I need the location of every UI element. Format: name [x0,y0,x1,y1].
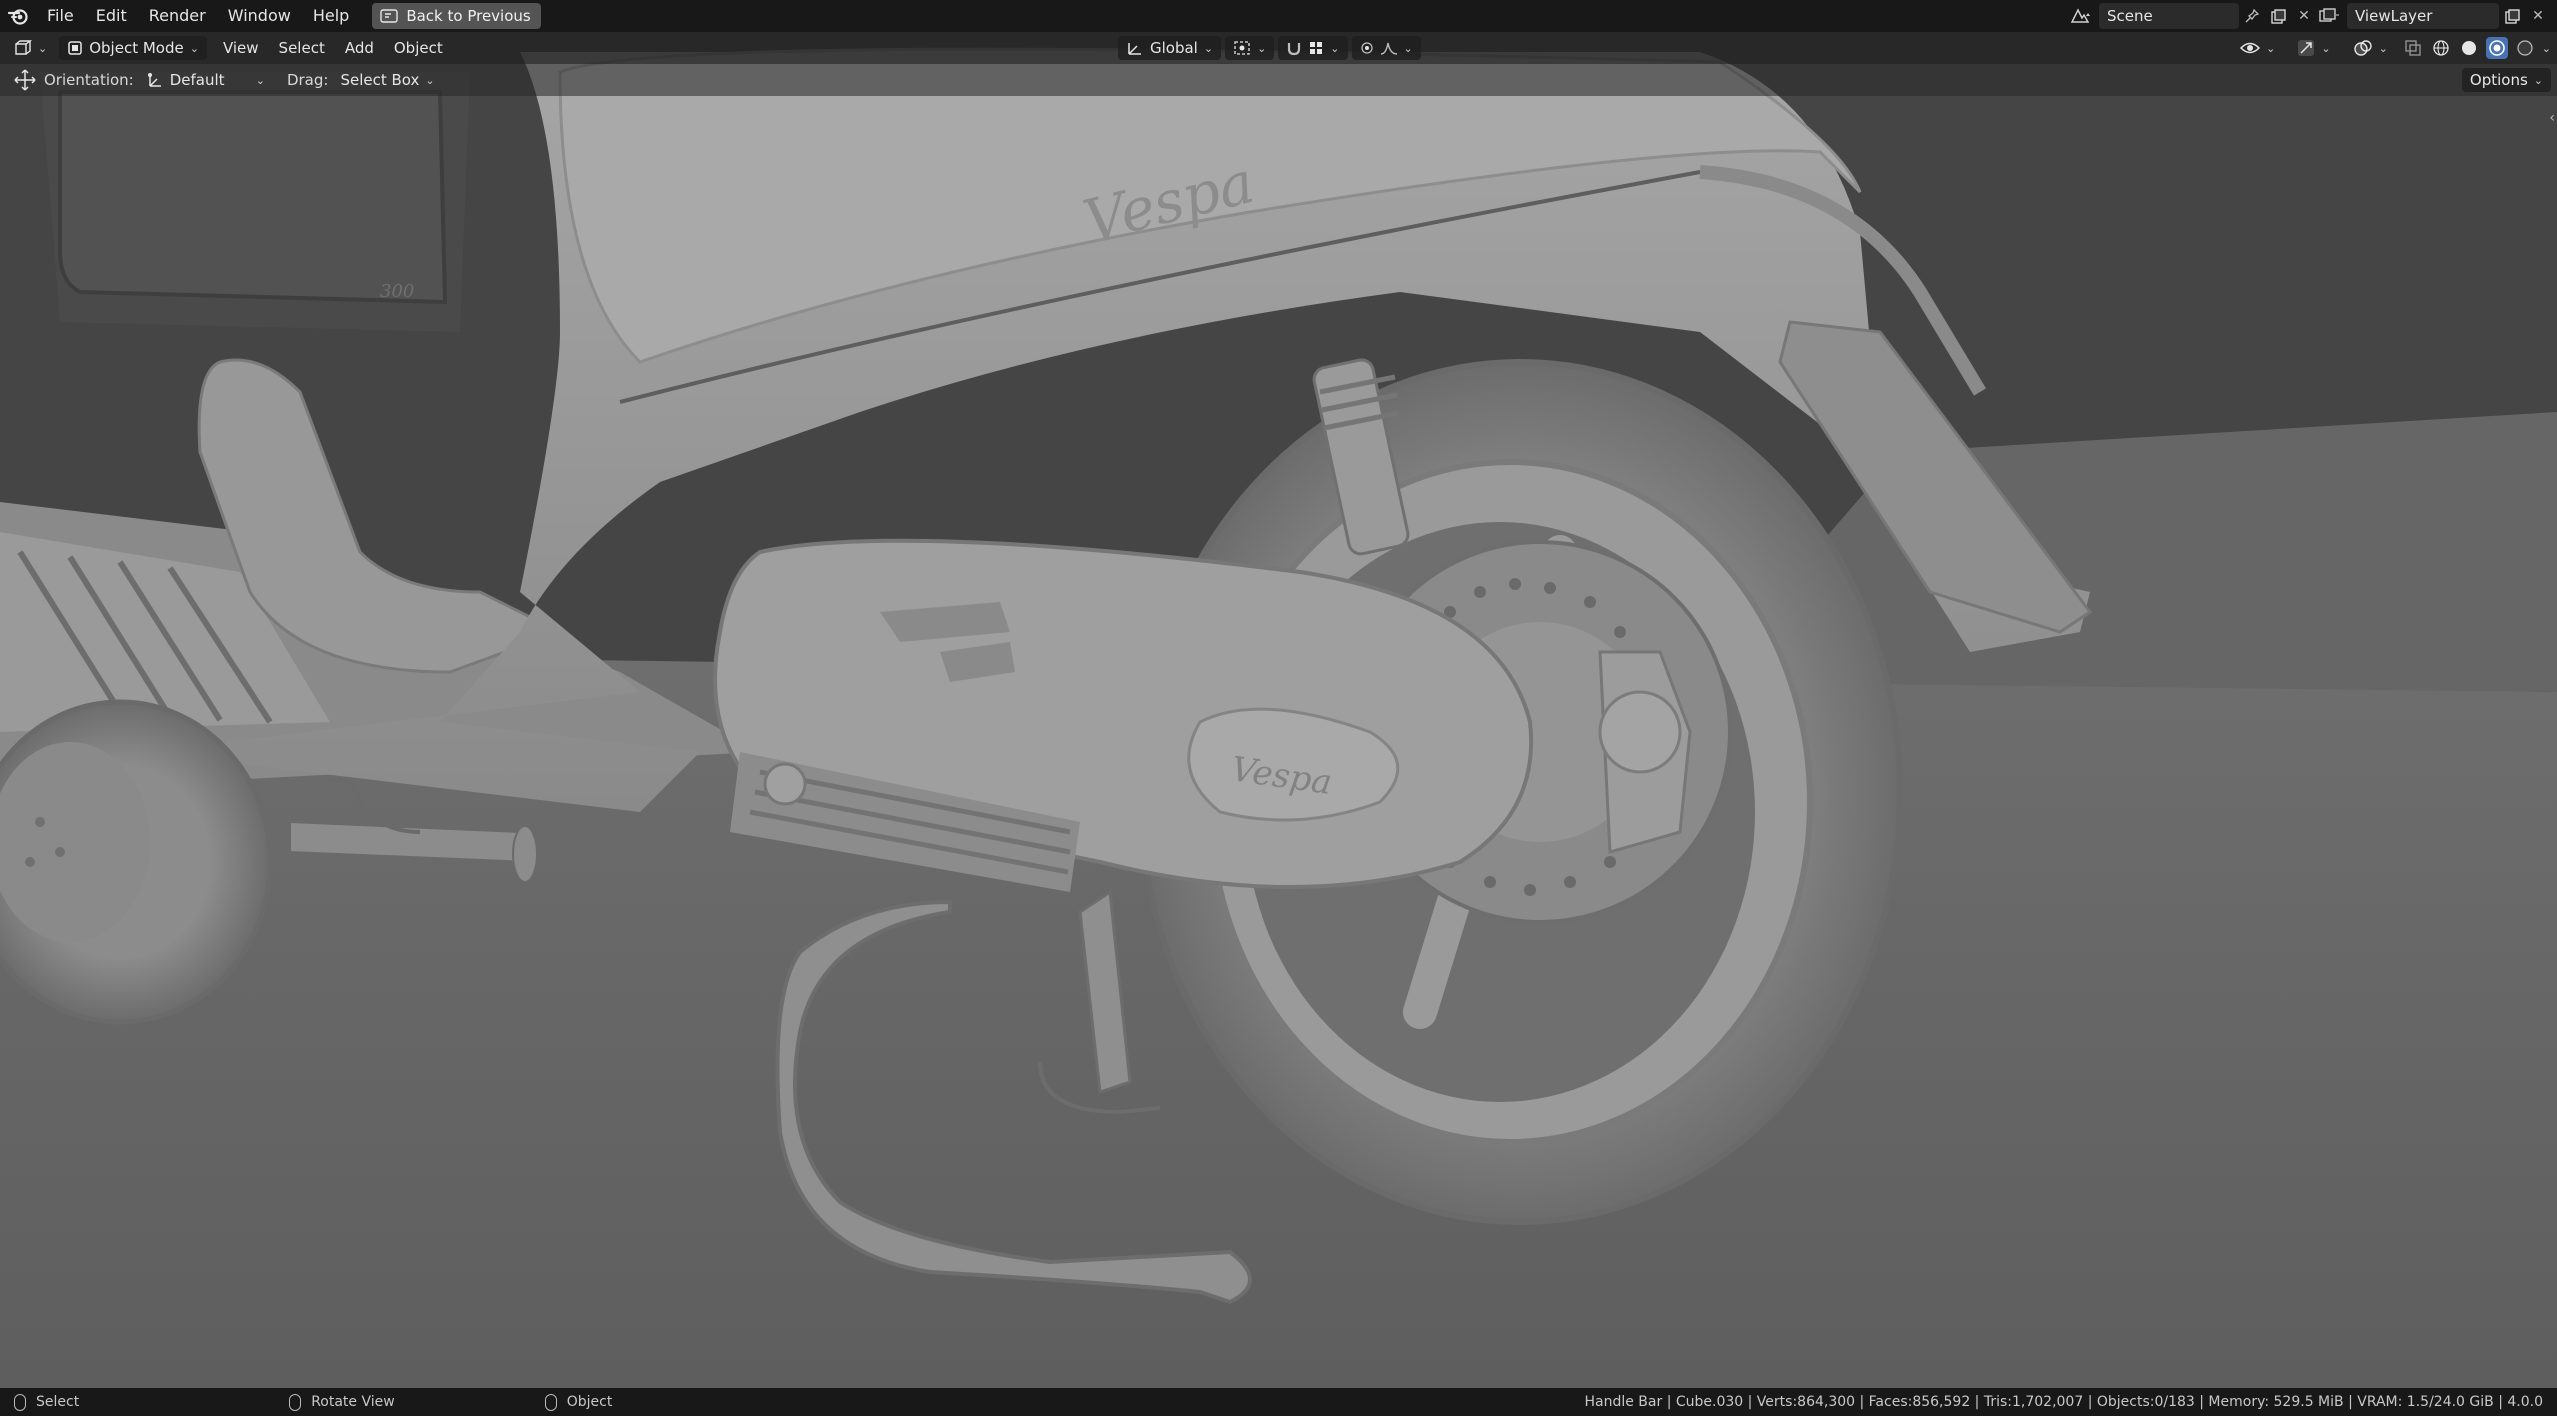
top-menu-bar: File Edit Render Window Help Back to Pre… [0,0,2557,32]
status-object-hint: Object [544,1393,613,1411]
menu-render[interactable]: Render [138,0,217,32]
gizmo-icon [2298,40,2315,56]
solid-shading-icon[interactable] [2458,37,2480,59]
mouse-left-icon [14,1393,26,1411]
status-bar: Select Rotate View Object Handle Bar | C… [0,1388,2557,1416]
sidebar-toggle-icon[interactable]: ‹ [2549,110,2555,126]
status-select-hint: Select [14,1393,80,1411]
object-mode-dropdown[interactable]: Object Mode ⌄ [59,36,207,60]
magnet-icon [1288,43,1301,56]
menu-window[interactable]: Window [217,0,302,32]
screen-back-icon [380,9,399,23]
3d-viewport[interactable]: 300 Vespa Vespa ⌄ Object Mode ⌄ View Sel… [0,32,2557,1388]
viewport-menu-view[interactable]: View [213,39,269,57]
rendered-shading-icon[interactable] [2514,37,2536,59]
default-orientation-icon [147,73,161,87]
view-layer-name-field[interactable]: ViewLayer [2347,3,2499,29]
shading-options-chevron-icon[interactable]: ⌄ [2542,42,2551,55]
falloff-curve-icon [1380,42,1397,55]
transform-controls: Global ⌄ ⌄ ⌄ ⌄ [1118,36,1421,60]
transform-orientation-label: Global [1150,39,1198,57]
orientation-label: Orientation: [44,71,134,89]
viewport-display-controls: ⌄ ⌄ ⌄ ⌄ [2232,36,2551,60]
status-object-label: Object [566,1394,613,1410]
move-tool-icon[interactable] [14,69,36,91]
scene-selector: Scene ✕ [2063,3,2317,29]
editor-type-dropdown[interactable]: ⌄ [6,36,55,60]
wireframe-shading-icon[interactable] [2430,37,2452,59]
viewport-menu-add[interactable]: Add [335,39,384,57]
xray-toggle-icon[interactable] [2402,37,2424,59]
close-view-layer-icon[interactable]: ✕ [2525,3,2551,29]
chevron-down-icon: ⌄ [189,41,199,55]
proportional-editing-dropdown[interactable]: ⌄ [1351,36,1421,60]
pin-icon[interactable] [2239,3,2265,29]
scene-type-icon[interactable] [2063,3,2099,29]
blender-logo-icon[interactable] [0,0,36,32]
chevron-down-icon: ⌄ [255,73,265,87]
drag-value: Select Box [340,71,420,89]
panel-badge-text: 300 [380,281,414,302]
drag-dropdown[interactable]: Select Box ⌄ [332,68,442,92]
pivot-point-icon [1234,41,1250,55]
3d-viewport-icon [15,40,32,55]
drag-label: Drag: [286,71,329,89]
view-layer-icon[interactable] [2311,3,2347,29]
viewport-header: ⌄ Object Mode ⌄ View Select Add Object G… [0,32,2557,64]
view-layer-name: ViewLayer [2355,7,2433,25]
chevron-down-icon: ⌄ [38,41,48,55]
overlays-icon [2353,40,2372,56]
scene-name-field[interactable]: Scene [2099,3,2239,29]
chevron-down-icon: ⌄ [2533,73,2543,87]
status-select-label: Select [36,1394,80,1410]
proportional-editing-icon [1360,42,1373,54]
scene-name: Scene [2107,7,2153,25]
chevron-down-icon: ⌄ [2266,41,2276,55]
global-axes-icon [1128,43,1141,55]
status-rotate-hint: Rotate View [289,1393,395,1411]
new-scene-icon[interactable] [2265,3,2291,29]
options-label: Options [2469,71,2528,89]
chevron-down-icon: ⌄ [2321,41,2331,55]
visibility-dropdown[interactable]: ⌄ [2232,36,2283,60]
material-preview-shading-icon[interactable] [2485,37,2508,59]
transform-orientation-dropdown[interactable]: Global ⌄ [1118,36,1222,60]
view-layer-selector: ViewLayer ✕ [2311,3,2551,29]
gizmo-dropdown[interactable]: ⌄ [2289,36,2338,60]
chevron-down-icon: ⌄ [1330,41,1340,55]
chevron-down-icon: ⌄ [1203,41,1214,55]
object-mode-icon [68,41,82,55]
scooter-render: 300 Vespa Vespa [0,32,2557,1388]
orientation-value: Default [169,71,225,89]
back-to-previous-label: Back to Previous [406,7,531,25]
menu-help[interactable]: Help [302,0,360,32]
viewport-menu-object[interactable]: Object [384,39,453,57]
chevron-down-icon: ⌄ [425,73,435,87]
snap-dropdown[interactable]: ⌄ [1278,36,1348,60]
eye-icon [2240,42,2261,54]
menu-file[interactable]: File [36,0,85,32]
viewport-menu-select[interactable]: Select [269,39,335,57]
mouse-right-icon [544,1393,557,1411]
chevron-down-icon: ⌄ [1403,41,1413,55]
mouse-middle-icon [289,1393,302,1411]
scene-statistics: Handle Bar | Cube.030 | Verts:864,300 | … [1584,1394,2543,1410]
options-dropdown[interactable]: Options ⌄ [2461,68,2551,92]
orientation-dropdown[interactable]: Default ⌄ [138,68,273,92]
back-to-previous-button[interactable]: Back to Previous [372,3,541,29]
menu-edit[interactable]: Edit [85,0,138,32]
overlays-dropdown[interactable]: ⌄ [2345,36,2396,60]
snap-increment-icon [1310,42,1323,54]
tool-settings-bar: Orientation: Default ⌄ Drag: Select Box … [0,64,2557,96]
object-mode-label: Object Mode [89,39,184,57]
chevron-down-icon: ⌄ [1257,41,1267,55]
pivot-point-dropdown[interactable]: ⌄ [1225,36,1275,60]
new-view-layer-icon[interactable] [2499,3,2525,29]
chevron-down-icon: ⌄ [2378,41,2388,55]
status-rotate-label: Rotate View [311,1394,395,1410]
